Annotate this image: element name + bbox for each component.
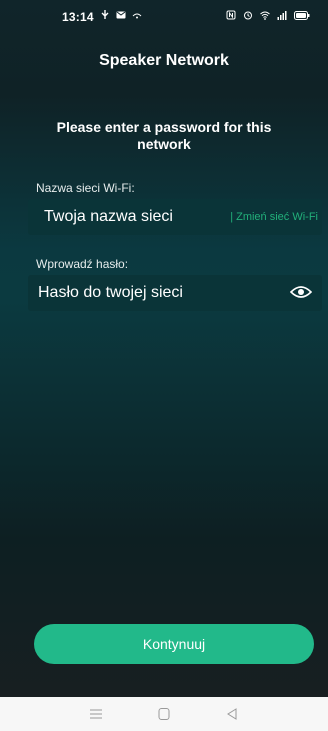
wifi-name-value: Twoja nazwa sieci xyxy=(44,208,173,225)
password-prompt: Please enter a password for this network xyxy=(56,119,272,152)
home-icon[interactable] xyxy=(157,707,171,721)
screen: 13:14 Speaker Network Please enter a pas… xyxy=(0,0,328,731)
wifi-name-field: Twoja nazwa sieci | Zmień sieć Wi-Fi xyxy=(28,199,322,235)
mail-icon xyxy=(116,11,126,19)
page-title: Speaker Network xyxy=(99,52,229,69)
status-time: 13:14 xyxy=(62,10,94,24)
back-icon[interactable] xyxy=(225,707,239,721)
password-input[interactable]: Hasło do twojej sieci xyxy=(38,284,183,302)
status-right-icons xyxy=(226,10,310,20)
nfc-icon xyxy=(226,10,236,20)
menu-icon[interactable] xyxy=(89,708,103,720)
continue-button[interactable]: Kontynuuj xyxy=(34,624,314,664)
wifi-scan-icon xyxy=(132,13,142,19)
alarm-icon xyxy=(244,11,252,20)
system-nav-bar xyxy=(0,697,328,731)
wifi-icon xyxy=(260,11,270,20)
wifi-name-label: Nazwa sieci Wi-Fi: xyxy=(36,181,135,195)
password-label: Wprowadź hasło: xyxy=(36,257,129,271)
change-wifi-link[interactable]: | Zmień sieć Wi-Fi xyxy=(230,211,318,223)
status-bar: 13:14 xyxy=(0,0,328,34)
eye-icon[interactable] xyxy=(290,285,312,299)
status-left-icons xyxy=(100,10,142,20)
signal-icon xyxy=(277,11,287,20)
password-field[interactable]: Hasło do twojej sieci xyxy=(28,275,322,311)
battery-icon xyxy=(294,10,310,20)
usb-icon xyxy=(101,10,109,19)
